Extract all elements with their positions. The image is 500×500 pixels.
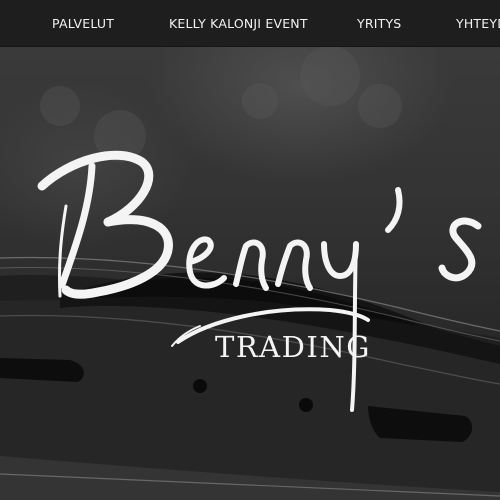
bennys-script-logo <box>37 150 482 412</box>
trading-tagline: TRADING <box>215 330 371 364</box>
page: PALVELUT KELLY KALONJI EVENT YRITYS YHTE… <box>0 0 500 500</box>
nav-item-palvelut[interactable]: PALVELUT <box>52 16 114 31</box>
nav-item-kelly-kalonji-event[interactable]: KELLY KALONJI EVENT <box>169 16 308 31</box>
nav-item-yhteydet[interactable]: YHTEYD <box>456 16 500 31</box>
nav-item-yritys[interactable]: YRITYS <box>357 16 401 31</box>
top-navigation-bar: PALVELUT KELLY KALONJI EVENT YRITYS YHTE… <box>0 0 500 47</box>
